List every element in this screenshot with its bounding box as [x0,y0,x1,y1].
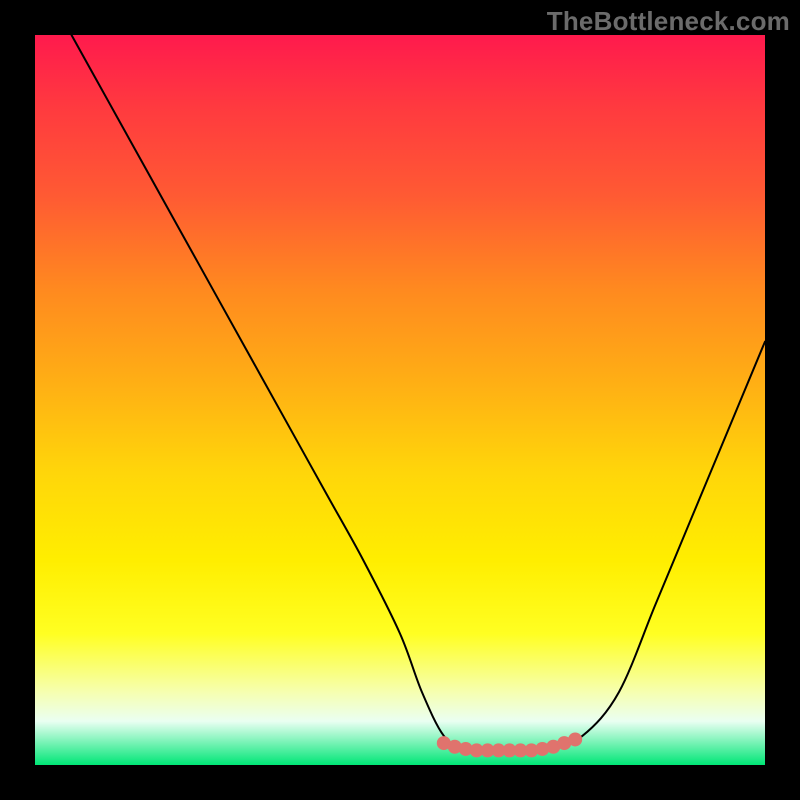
chart-svg [35,35,765,765]
chart-frame: TheBottleneck.com [0,0,800,800]
bottleneck-curve [72,35,766,751]
optimal-zone [437,732,582,757]
optimal-dot [568,732,582,746]
watermark-text: TheBottleneck.com [547,6,790,37]
